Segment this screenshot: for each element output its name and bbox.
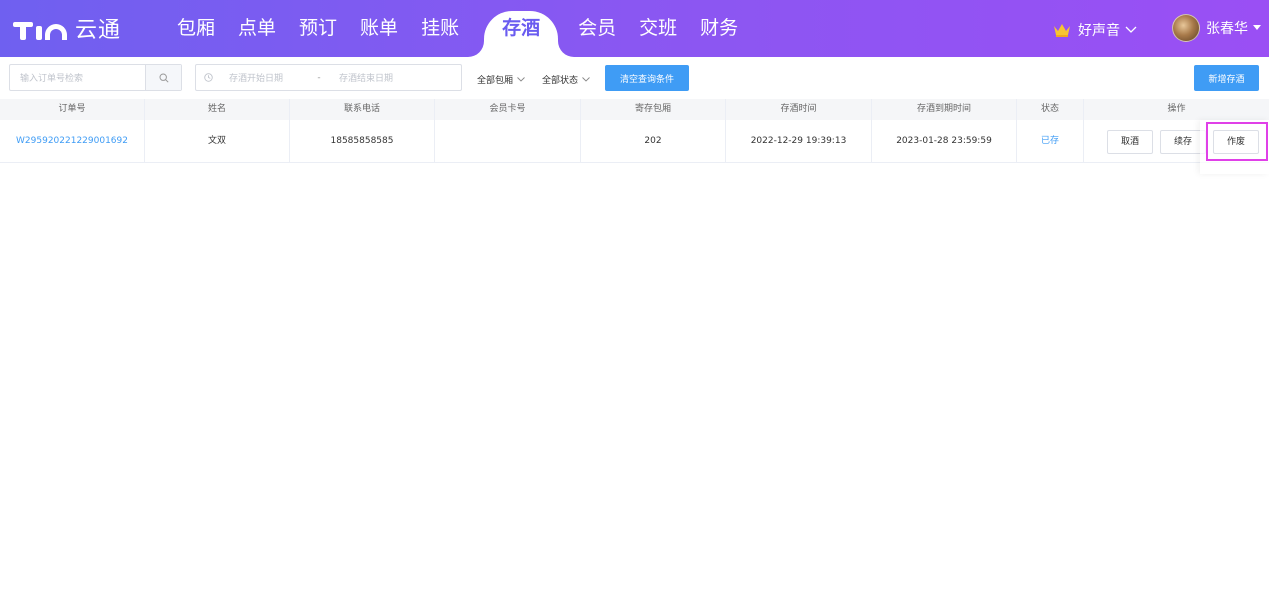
app-logo[interactable]: 云通 bbox=[13, 15, 122, 43]
store-selector[interactable]: 好声音 bbox=[1053, 20, 1137, 40]
search-icon bbox=[159, 72, 169, 83]
status-filter-dropdown[interactable]: 全部状态 bbox=[542, 73, 590, 86]
date-end-input[interactable]: 存酒结束日期 bbox=[339, 71, 419, 84]
nav-item-bill[interactable]: 账单 bbox=[360, 0, 398, 57]
column-header-order-no: 订单号 bbox=[0, 99, 145, 120]
nav-item-finance[interactable]: 财务 bbox=[700, 0, 738, 57]
chevron-down-icon bbox=[1125, 26, 1137, 33]
main-nav: 包厢 点单 预订 账单 挂账 存酒 会员 交班 财务 bbox=[177, 0, 761, 61]
search-box bbox=[9, 64, 182, 91]
nav-item-shift[interactable]: 交班 bbox=[639, 0, 677, 57]
member-card-number bbox=[435, 120, 581, 162]
logo-mark-icon bbox=[13, 16, 67, 40]
clock-icon bbox=[204, 73, 213, 82]
status-badge: 已存 bbox=[1017, 120, 1084, 162]
user-menu[interactable]: 张春华 bbox=[1172, 14, 1261, 42]
store-name: 好声音 bbox=[1078, 23, 1120, 39]
date-range-picker[interactable]: 存酒开始日期 - 存酒结束日期 bbox=[195, 64, 462, 91]
nav-item-credit[interactable]: 挂账 bbox=[421, 0, 459, 57]
nav-item-wine-storage[interactable]: 存酒 bbox=[502, 17, 540, 39]
column-header-store-time: 存酒时间 bbox=[726, 99, 872, 120]
chevron-down-icon bbox=[582, 77, 590, 82]
room-filter-dropdown[interactable]: 全部包厢 bbox=[477, 73, 525, 86]
nav-item-wine-wrap: 存酒 bbox=[484, 0, 559, 61]
retrieve-wine-button[interactable]: 取酒 bbox=[1107, 130, 1153, 154]
column-header-actions: 操作 bbox=[1167, 104, 1186, 114]
wine-storage-table: 订单号 姓名 联系电话 会员卡号 寄存包厢 存酒时间 存酒到期时间 状态 操作 … bbox=[0, 99, 1269, 163]
user-name: 张春华 bbox=[1206, 21, 1248, 37]
logo-text: 云通 bbox=[75, 18, 122, 43]
search-button[interactable] bbox=[145, 65, 181, 90]
storage-room: 202 bbox=[581, 120, 726, 162]
date-separator: - bbox=[317, 72, 321, 83]
clear-filters-button[interactable]: 清空查询条件 bbox=[605, 65, 689, 91]
date-start-input[interactable]: 存酒开始日期 bbox=[229, 71, 299, 84]
phone-number: 18585858585 bbox=[290, 120, 435, 162]
filter-toolbar: 存酒开始日期 - 存酒结束日期 全部包厢 全部状态 清空查询条件 新增存酒 bbox=[0, 57, 1269, 99]
store-time: 2022-12-29 19:39:13 bbox=[726, 120, 872, 162]
column-header-name: 姓名 bbox=[145, 99, 290, 120]
renew-storage-button[interactable]: 续存 bbox=[1160, 130, 1206, 154]
column-header-expire-time: 存酒到期时间 bbox=[872, 99, 1017, 120]
nav-item-member[interactable]: 会员 bbox=[578, 0, 616, 57]
table-header: 订单号 姓名 联系电话 会员卡号 寄存包厢 存酒时间 存酒到期时间 状态 操作 bbox=[0, 99, 1269, 120]
room-filter-label: 全部包厢 bbox=[477, 76, 514, 86]
customer-name: 文双 bbox=[145, 120, 290, 162]
status-filter-label: 全部状态 bbox=[542, 76, 579, 86]
nav-item-reserve[interactable]: 预订 bbox=[299, 0, 337, 57]
table-row: W295920221229001692 文双 18585858585 202 2… bbox=[0, 120, 1269, 163]
add-wine-storage-button[interactable]: 新增存酒 bbox=[1194, 65, 1259, 91]
chevron-down-icon bbox=[517, 77, 525, 82]
nav-item-room[interactable]: 包厢 bbox=[177, 0, 215, 57]
expire-time: 2023-01-28 23:59:59 bbox=[872, 120, 1017, 162]
column-header-room: 寄存包厢 bbox=[581, 99, 726, 120]
nav-item-order[interactable]: 点单 bbox=[238, 0, 276, 57]
order-number-link[interactable]: W295920221229001692 bbox=[0, 120, 145, 162]
column-header-member-card: 会员卡号 bbox=[435, 99, 581, 120]
top-header: 云通 包厢 点单 预订 账单 挂账 存酒 会员 交班 财务 好声音 张春华 bbox=[0, 0, 1269, 61]
avatar bbox=[1172, 14, 1200, 42]
order-search-input[interactable] bbox=[10, 65, 146, 90]
void-button[interactable]: 作废 bbox=[1213, 130, 1259, 154]
column-header-phone: 联系电话 bbox=[290, 99, 435, 120]
crown-icon bbox=[1054, 24, 1070, 37]
column-header-status: 状态 bbox=[1017, 99, 1084, 120]
caret-down-icon bbox=[1253, 25, 1261, 30]
